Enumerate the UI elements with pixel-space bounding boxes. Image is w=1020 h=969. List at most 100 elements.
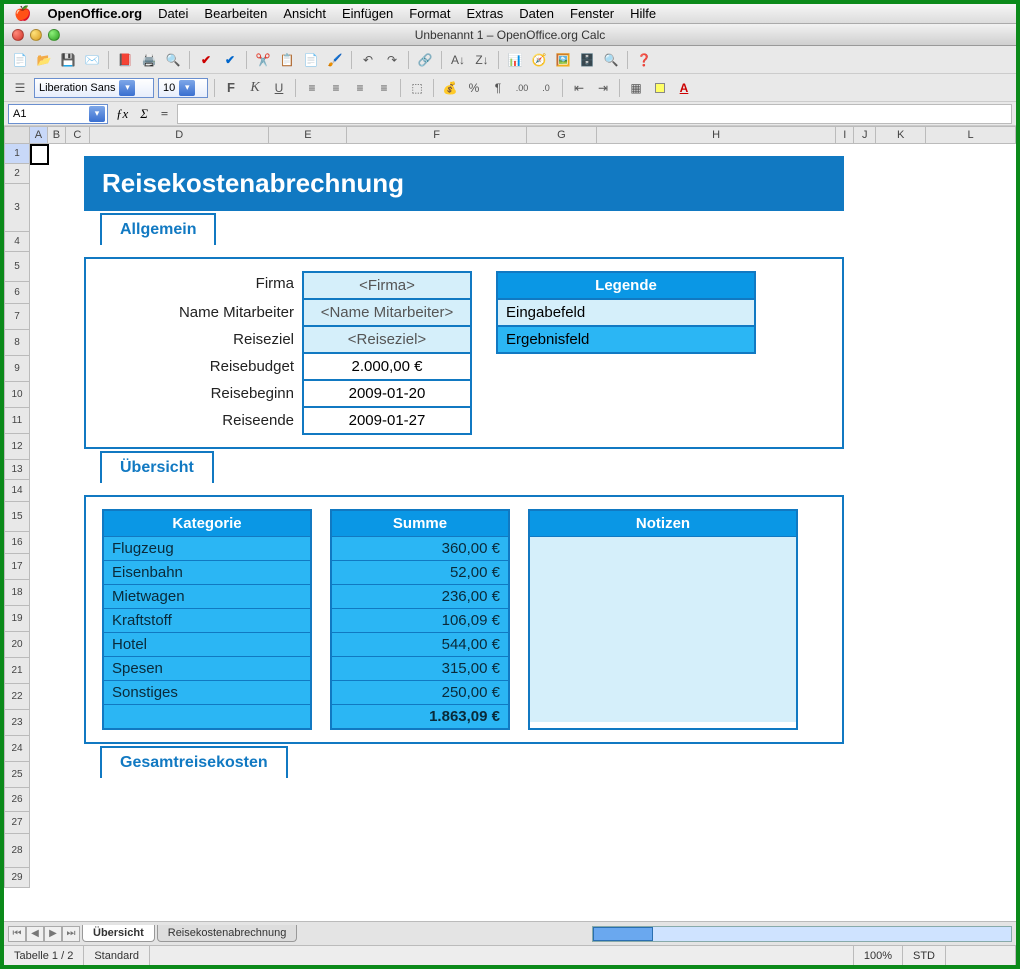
- font-size-combo[interactable]: 10 ▾: [158, 78, 208, 98]
- chart-icon[interactable]: 📊: [505, 50, 525, 70]
- col-header-J[interactable]: J: [854, 126, 876, 144]
- horizontal-scrollbar[interactable]: [592, 926, 1012, 942]
- zoom-icon-tb[interactable]: 🔍: [601, 50, 621, 70]
- col-header-I[interactable]: I: [836, 126, 854, 144]
- overview-notes-field[interactable]: [530, 536, 796, 722]
- align-justify-icon[interactable]: ≡: [374, 78, 394, 98]
- menu-view[interactable]: Ansicht: [283, 6, 326, 21]
- tab-next-icon[interactable]: ▶: [44, 926, 62, 942]
- menu-data[interactable]: Daten: [519, 6, 554, 21]
- spreadsheet-grid[interactable]: ABCDEFGHIJKL 123456789101112131415161718…: [4, 126, 1016, 921]
- row-header[interactable]: 22: [4, 684, 30, 710]
- general-value[interactable]: <Reiseziel>: [302, 327, 472, 354]
- hyperlink-icon[interactable]: 🔗: [415, 50, 435, 70]
- print-icon[interactable]: 🖨️: [139, 50, 159, 70]
- col-header-F[interactable]: F: [347, 126, 527, 144]
- general-value[interactable]: <Name Mitarbeiter>: [302, 300, 472, 327]
- menu-tools[interactable]: Extras: [466, 6, 503, 21]
- datasources-icon[interactable]: 🗄️: [577, 50, 597, 70]
- row-header[interactable]: 23: [4, 710, 30, 736]
- general-value[interactable]: <Firma>: [302, 271, 472, 300]
- row-header[interactable]: 2: [4, 164, 30, 184]
- fontcolor-icon[interactable]: A: [674, 78, 694, 98]
- tab-first-icon[interactable]: ⏮: [8, 926, 26, 942]
- col-header-B[interactable]: B: [48, 126, 66, 144]
- navigator-icon[interactable]: 🧭: [529, 50, 549, 70]
- menu-edit[interactable]: Bearbeiten: [204, 6, 267, 21]
- remove-decimal-icon[interactable]: .0: [536, 78, 556, 98]
- spellcheck-icon[interactable]: ✔: [196, 50, 216, 70]
- name-box[interactable]: A1 ▾: [8, 104, 108, 124]
- row-header[interactable]: 3: [4, 184, 30, 232]
- paste-icon[interactable]: 📄: [301, 50, 321, 70]
- gallery-icon[interactable]: 🖼️: [553, 50, 573, 70]
- sort-asc-icon[interactable]: A↓: [448, 50, 468, 70]
- function-wizard-icon[interactable]: ƒx: [112, 106, 132, 122]
- font-name-combo[interactable]: Liberation Sans ▾: [34, 78, 154, 98]
- row-header[interactable]: 26: [4, 788, 30, 812]
- row-header[interactable]: 20: [4, 632, 30, 658]
- menu-help[interactable]: Hilfe: [630, 6, 656, 21]
- row-header[interactable]: 13: [4, 460, 30, 480]
- format-paintbrush-icon[interactable]: 🖌️: [325, 50, 345, 70]
- apple-icon[interactable]: 🍎: [14, 5, 31, 22]
- undo-icon[interactable]: ↶: [358, 50, 378, 70]
- menu-insert[interactable]: Einfügen: [342, 6, 393, 21]
- row-header[interactable]: 15: [4, 502, 30, 532]
- row-header[interactable]: 11: [4, 408, 30, 434]
- row-header[interactable]: 27: [4, 812, 30, 834]
- merge-cells-icon[interactable]: ⬚: [407, 78, 427, 98]
- row-header[interactable]: 6: [4, 282, 30, 304]
- menu-app-name[interactable]: OpenOffice.org: [47, 6, 142, 21]
- autospell-icon[interactable]: ✔: [220, 50, 240, 70]
- menu-file[interactable]: Datei: [158, 6, 188, 21]
- menu-format[interactable]: Format: [409, 6, 450, 21]
- sum-icon[interactable]: Σ: [136, 106, 152, 122]
- row-header[interactable]: 4: [4, 232, 30, 252]
- col-header-K[interactable]: K: [876, 126, 926, 144]
- row-header[interactable]: 29: [4, 868, 30, 888]
- align-left-icon[interactable]: ≡: [302, 78, 322, 98]
- row-header[interactable]: 10: [4, 382, 30, 408]
- chevron-down-icon[interactable]: ▾: [119, 80, 135, 96]
- col-header-C[interactable]: C: [66, 126, 90, 144]
- percent-icon[interactable]: %: [464, 78, 484, 98]
- equals-icon[interactable]: =: [156, 106, 173, 122]
- select-all-corner[interactable]: [4, 126, 30, 144]
- mail-icon[interactable]: ✉️: [82, 50, 102, 70]
- row-header[interactable]: 1: [4, 144, 30, 164]
- export-pdf-icon[interactable]: 📕: [115, 50, 135, 70]
- currency-icon[interactable]: 💰: [440, 78, 460, 98]
- new-doc-icon[interactable]: 📄: [10, 50, 30, 70]
- row-header[interactable]: 28: [4, 834, 30, 868]
- scrollbar-thumb[interactable]: [593, 927, 653, 941]
- decrease-indent-icon[interactable]: ⇤: [569, 78, 589, 98]
- number-std-icon[interactable]: ¶: [488, 78, 508, 98]
- row-header[interactable]: 16: [4, 532, 30, 554]
- save-icon[interactable]: 💾: [58, 50, 78, 70]
- chevron-down-icon[interactable]: ▾: [179, 80, 195, 96]
- formula-input[interactable]: [177, 104, 1012, 124]
- col-header-G[interactable]: G: [527, 126, 597, 144]
- col-header-E[interactable]: E: [269, 126, 347, 144]
- row-header[interactable]: 12: [4, 434, 30, 460]
- row-header[interactable]: 14: [4, 480, 30, 502]
- increase-indent-icon[interactable]: ⇥: [593, 78, 613, 98]
- copy-icon[interactable]: 📋: [277, 50, 297, 70]
- help-icon[interactable]: ❓: [634, 50, 654, 70]
- row-header[interactable]: 19: [4, 606, 30, 632]
- row-header[interactable]: 17: [4, 554, 30, 580]
- bold-button[interactable]: F: [221, 78, 241, 98]
- bgcolor-icon[interactable]: [650, 78, 670, 98]
- underline-button[interactable]: U: [269, 78, 289, 98]
- active-cell[interactable]: [30, 144, 49, 165]
- row-header[interactable]: 5: [4, 252, 30, 282]
- row-header[interactable]: 21: [4, 658, 30, 684]
- tab-prev-icon[interactable]: ◀: [26, 926, 44, 942]
- col-header-L[interactable]: L: [926, 126, 1016, 144]
- chevron-down-icon[interactable]: ▾: [89, 106, 105, 122]
- col-header-H[interactable]: H: [597, 126, 837, 144]
- row-header[interactable]: 25: [4, 762, 30, 788]
- add-decimal-icon[interactable]: .00: [512, 78, 532, 98]
- row-header[interactable]: 24: [4, 736, 30, 762]
